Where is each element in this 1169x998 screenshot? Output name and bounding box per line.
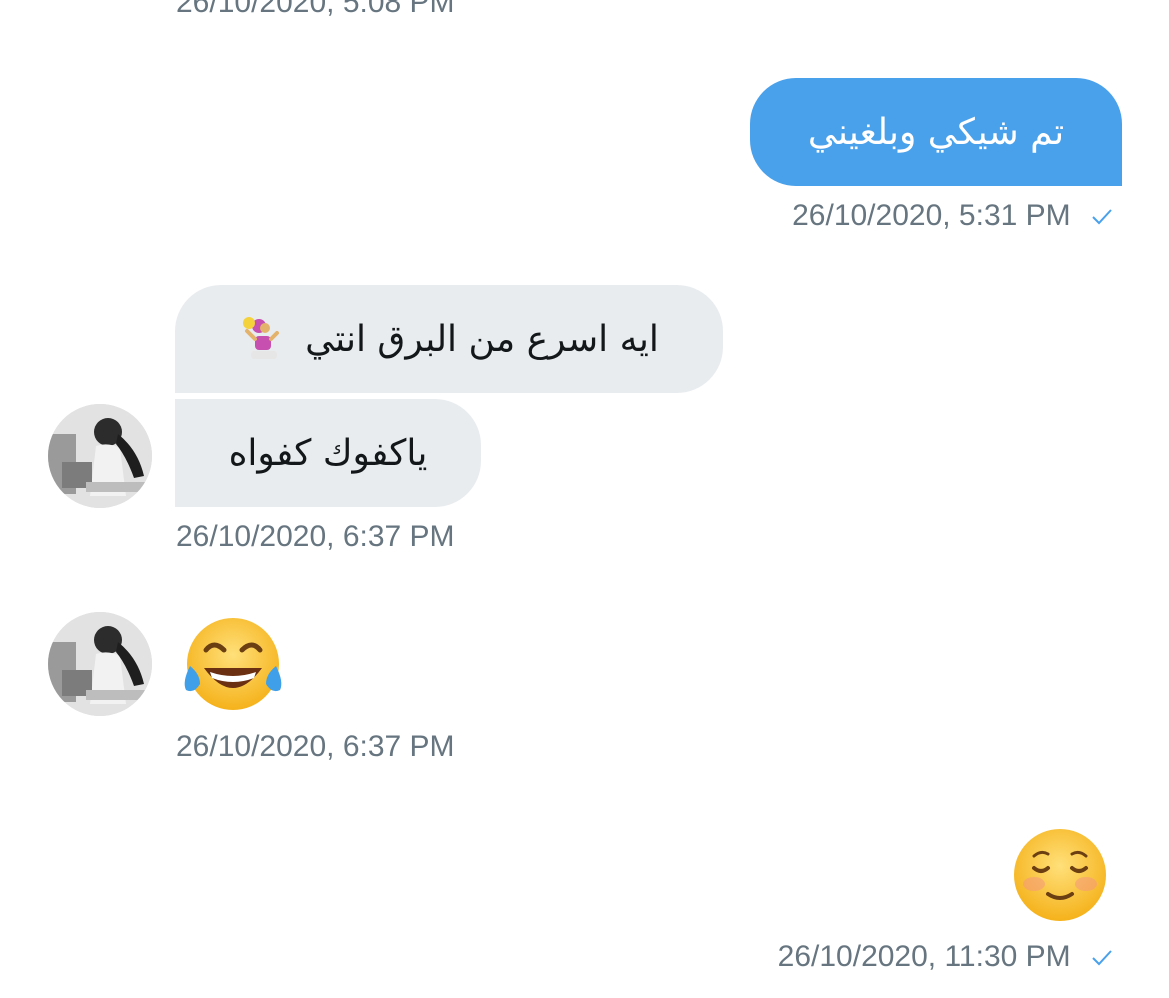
smiling-face-icon[interactable] bbox=[1010, 826, 1110, 928]
outgoing-message-bubble[interactable]: تم شيكي وبلغيني bbox=[750, 78, 1122, 186]
incoming-message-bubble[interactable]: ياكفوك كفواه bbox=[175, 399, 481, 507]
avatar-image bbox=[48, 404, 152, 508]
message-timestamp: 26/10/2020, 6:37 PM bbox=[176, 730, 455, 763]
message-text: تم شيكي وبلغيني bbox=[807, 111, 1065, 153]
message-timestamp: 26/10/2020, 5:08 PM bbox=[176, 0, 455, 19]
checkmark-icon bbox=[1092, 209, 1112, 225]
avatar-image bbox=[48, 612, 152, 716]
message-timestamp-row: 26/10/2020, 5:31 PM bbox=[792, 201, 1113, 231]
incoming-message-bubble[interactable]: ايه اسرع من البرق انتي bbox=[175, 285, 723, 393]
message-timestamp: 26/10/2020, 11:30 PM bbox=[777, 940, 1071, 973]
message-timestamp: 26/10/2020, 5:31 PM bbox=[792, 199, 1071, 232]
checkmark-icon bbox=[1092, 950, 1112, 966]
avatar[interactable] bbox=[48, 404, 152, 508]
message-timestamp: 26/10/2020, 6:37 PM bbox=[176, 520, 455, 553]
woman-playing-water-polo-icon bbox=[243, 317, 280, 359]
message-text: ياكفوك كفواه bbox=[228, 432, 428, 474]
message-timestamp-row: 26/10/2020, 11:30 PM bbox=[778, 942, 1113, 972]
message-text: ايه اسرع من البرق انتي bbox=[305, 318, 659, 360]
avatar[interactable] bbox=[48, 612, 152, 716]
face-with-tears-of-joy-icon[interactable] bbox=[180, 616, 286, 720]
